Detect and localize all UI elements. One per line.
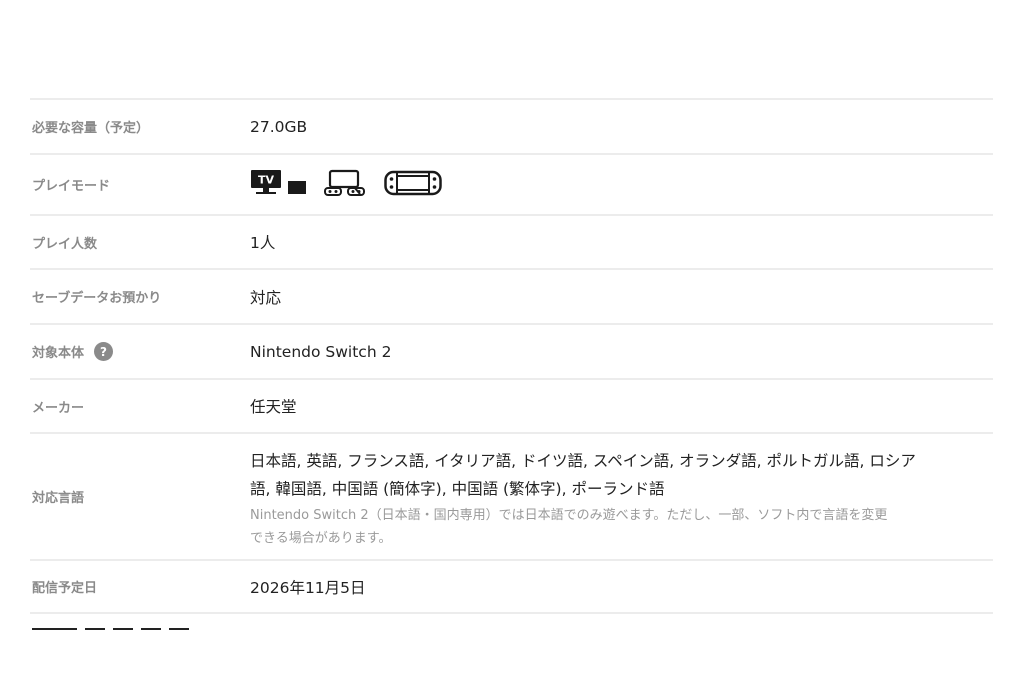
spec-row-players: プレイ人数 1人 — [30, 216, 993, 270]
divider-stub — [141, 628, 161, 630]
spec-row-maker: メーカー 任天堂 — [30, 380, 993, 434]
divider-stub — [113, 628, 133, 630]
maker-value: 任天堂 — [250, 398, 297, 416]
storage-label: 必要な容量（予定） — [32, 121, 150, 136]
languages-line-2: 語, 韓国語, 中国語 (簡体字), 中国語 (繁体字), ポーランド語 — [250, 479, 665, 498]
console-label: 対象本体 — [32, 346, 85, 361]
release-date-value: 2026年11月5日 — [250, 578, 366, 597]
languages-label: 対応言語 — [32, 491, 85, 506]
console-value: Nintendo Switch 2 — [250, 342, 392, 361]
help-icon[interactable]: ? — [94, 342, 114, 361]
spec-table: 必要な容量（予定） 27.0GB プレイモード TV プレイ人数 1人 セーブデ… — [30, 98, 993, 614]
spec-row-play-mode: プレイモード TV — [30, 155, 993, 216]
tabletop-mode-icon — [324, 169, 368, 201]
tv-mode-icon: TV — [250, 169, 308, 201]
languages-value: 日本語, 英語, フランス語, イタリア語, ドイツ語, スペイン語, オランダ… — [250, 445, 993, 549]
spec-row-storage: 必要な容量（予定） 27.0GB — [30, 100, 993, 155]
cut-off-content — [32, 628, 189, 630]
spec-row-cloud-save: セーブデータお預かり 対応 — [30, 270, 993, 325]
languages-note-line-1: Nintendo Switch 2（日本語・国内専用）では日本語でのみ遊べます。… — [250, 507, 888, 523]
cloud-save-label: セーブデータお預かり — [32, 291, 162, 306]
languages-note-line-2: できる場合があります。 — [250, 530, 392, 546]
players-label: プレイ人数 — [32, 236, 98, 252]
players-value: 1人 — [250, 234, 276, 252]
play-mode-icons: TV — [250, 169, 993, 201]
spec-row-languages: 対応言語 日本語, 英語, フランス語, イタリア語, ドイツ語, スペイン語,… — [30, 434, 993, 561]
divider-stub — [32, 628, 77, 630]
maker-label: メーカー — [32, 400, 85, 416]
tv-label: TV — [258, 173, 275, 186]
console-label-wrap: 対象本体 ? — [30, 342, 250, 361]
divider-stub — [169, 628, 189, 630]
spec-row-console: 対象本体 ? Nintendo Switch 2 — [30, 325, 993, 380]
languages-line-1: 日本語, 英語, フランス語, イタリア語, ドイツ語, スペイン語, オランダ… — [250, 451, 916, 470]
cloud-save-value: 対応 — [250, 288, 282, 307]
divider-stub — [85, 628, 105, 630]
storage-value: 27.0GB — [250, 117, 308, 136]
release-date-label: 配信予定日 — [32, 581, 98, 596]
play-mode-label: プレイモード — [32, 179, 111, 194]
spec-row-release-date: 配信予定日 2026年11月5日 — [30, 561, 993, 614]
handheld-mode-icon — [384, 169, 442, 201]
